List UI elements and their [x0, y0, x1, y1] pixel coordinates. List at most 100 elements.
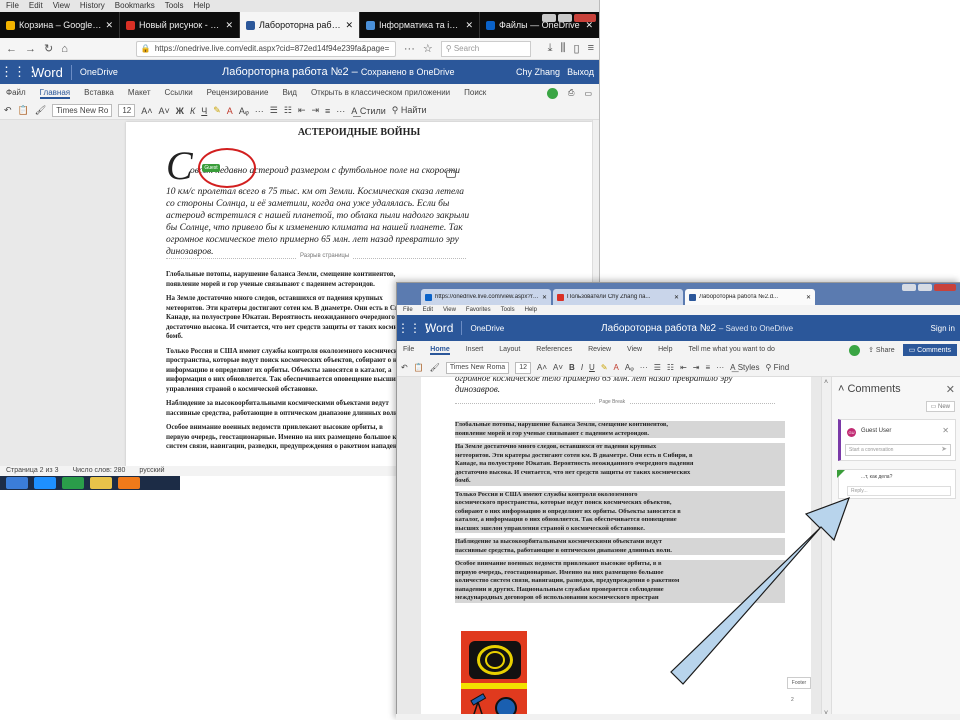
font-color-icon[interactable]: A — [227, 106, 233, 116]
ribbon-tab[interactable]: Insert — [466, 346, 484, 355]
ribbon-tab[interactable]: Файл — [6, 88, 26, 99]
file-explorer-icon[interactable] — [62, 477, 84, 489]
styles-button[interactable]: A͟ Стили — [351, 106, 385, 116]
more-icon[interactable]: ··· — [255, 106, 264, 116]
format-painter-icon[interactable]: 🖌 — [35, 105, 46, 116]
numbering-icon[interactable]: ☷ — [667, 363, 674, 372]
outdent-icon[interactable]: ⇤ — [680, 363, 687, 372]
word-app-name[interactable]: Word — [421, 321, 463, 335]
back-arrow-icon[interactable]: ← — [6, 43, 17, 55]
downloads-icon[interactable]: ⤓ — [548, 42, 553, 55]
browser-tab[interactable]: Інформатика та інформацій✕ — [360, 12, 480, 38]
ribbon-tab[interactable]: Ссылки — [165, 88, 193, 99]
align-icon[interactable]: ≡ — [705, 363, 710, 372]
font-size-select[interactable]: 12 — [118, 104, 136, 117]
close-pane-icon[interactable]: ✕ — [946, 383, 955, 396]
menu-icon[interactable]: ≡ — [588, 42, 594, 55]
menu-item[interactable]: Edit — [29, 0, 43, 12]
more-icon-2[interactable]: ··· — [336, 106, 345, 116]
more-icon-2[interactable]: ··· — [716, 363, 724, 372]
space-illustration-image[interactable] — [461, 631, 527, 720]
styles-button[interactable]: A͟ Styles — [730, 363, 759, 372]
reload-icon[interactable]: ↻ — [44, 42, 53, 55]
skype-icon[interactable] — [547, 87, 559, 99]
minimize-button[interactable] — [902, 284, 916, 291]
address-bar[interactable]: 🔒 https://onedrive.live.com/edit.aspx?ci… — [135, 40, 396, 57]
close-tab-icon[interactable]: ✕ — [105, 20, 113, 31]
align-icon[interactable]: ≡ — [325, 106, 330, 116]
close-comment-icon[interactable]: ✕ — [942, 426, 949, 435]
clear-format-icon[interactable]: Aᵩ — [625, 363, 634, 372]
bullets-icon[interactable]: ☰ — [270, 105, 278, 116]
bold-button[interactable]: Ж — [176, 106, 184, 116]
close-tab-icon[interactable]: ✕ — [465, 20, 473, 31]
sidebar-icon[interactable]: ▯ — [574, 42, 580, 55]
undo-icon[interactable]: ↶ — [401, 363, 408, 372]
document-title[interactable]: Лабороторна работа №2 – Сохранено в OneD… — [222, 66, 454, 78]
menu-item[interactable]: View — [443, 305, 456, 315]
bookmark-star-icon[interactable]: ☆ — [423, 42, 433, 55]
menu-item[interactable]: Help — [193, 0, 209, 12]
minimize-button[interactable] — [542, 14, 556, 22]
internet-explorer-icon[interactable] — [34, 477, 56, 489]
menu-item[interactable]: Tools — [501, 305, 515, 315]
menu-item[interactable]: History — [80, 0, 105, 12]
italic-button[interactable]: К — [190, 106, 195, 116]
comment-card[interactable]: GU Guest User ✕ Start a conversation ➤ — [838, 419, 956, 461]
browser-tab[interactable]: Лабороторна работа №2.d... ✕ — [685, 289, 815, 305]
grow-font-icon[interactable]: A˄ — [537, 363, 547, 372]
ribbon-tab[interactable]: Вставка — [84, 88, 114, 99]
app-launcher-icon[interactable]: ⋮⋮⋮ — [0, 64, 39, 80]
ribbon-tab[interactable]: Вид — [282, 88, 296, 99]
close-tab-icon[interactable]: ✕ — [674, 294, 679, 301]
font-name-select[interactable]: Times New Ro — [52, 104, 113, 117]
shrink-font-icon[interactable]: A˅ — [159, 106, 170, 116]
skype-icon[interactable] — [849, 344, 861, 356]
comments-icon[interactable]: ▭ — [584, 89, 592, 98]
font-color-icon[interactable]: A — [614, 363, 619, 372]
menu-item[interactable]: Bookmarks — [115, 0, 155, 12]
clear-format-icon[interactable]: Aᵩ — [239, 106, 249, 116]
browser-tab[interactable]: Новый рисунок - Google Рис ✕ — [120, 12, 240, 38]
ribbon-tab[interactable]: Layout — [499, 346, 520, 355]
front-document-page[interactable]: огромное космическое тело примерно 65 мл… — [421, 377, 811, 720]
ribbon-tab[interactable]: References — [536, 346, 572, 355]
sign-in-link[interactable]: Sign in — [931, 324, 955, 333]
close-tab-icon[interactable]: ✕ — [806, 294, 811, 301]
ribbon-tab[interactable]: Рецензирование — [207, 88, 269, 99]
menu-item[interactable]: Favorites — [466, 305, 491, 315]
browser-tab[interactable]: Пользователи Chy Zhang па... ✕ — [553, 289, 683, 305]
browser-tab[interactable]: https://onedrive.live.com/view.aspx?resi… — [421, 289, 551, 305]
format-painter-icon[interactable]: 🖌 — [430, 363, 440, 372]
share-button[interactable]: ⇪ Share — [868, 346, 895, 354]
paste-icon[interactable]: 📋 — [18, 105, 29, 116]
onedrive-link[interactable]: OneDrive — [72, 67, 126, 77]
menu-item[interactable]: Tools — [165, 0, 184, 12]
document-title[interactable]: Лабороторна работа №2 – Saved to OneDriv… — [601, 323, 793, 334]
close-tab-icon[interactable]: ✕ — [225, 20, 233, 31]
find-button[interactable]: ⚲ Find — [766, 363, 790, 372]
browser-tab[interactable]: Лабороторна работа №2.doc ✕ — [240, 12, 360, 38]
word-app-name[interactable]: Word — [28, 64, 72, 80]
onedrive-link[interactable]: OneDrive — [462, 324, 512, 333]
home-icon[interactable]: ⌂ — [61, 43, 68, 55]
undo-icon[interactable]: ↶ — [4, 105, 12, 116]
font-size-select[interactable]: 12 — [515, 361, 531, 374]
ribbon-tab[interactable]: Главная — [39, 88, 71, 99]
close-window-button[interactable] — [934, 284, 956, 291]
grow-font-icon[interactable]: A˄ — [141, 106, 152, 116]
search-box[interactable]: ⚲ Search — [440, 40, 531, 57]
user-name[interactable]: Chy Zhang — [516, 67, 560, 77]
font-name-select[interactable]: Times New Roma — [445, 361, 510, 374]
app-launcher-icon[interactable]: ⋮⋮⋮ — [397, 321, 433, 335]
folder-icon[interactable] — [90, 477, 112, 489]
ribbon-tab[interactable]: Review — [588, 346, 611, 355]
new-comment-button[interactable]: ▭ New — [925, 401, 955, 412]
underline-button[interactable]: U — [589, 363, 595, 372]
paste-icon[interactable]: 📋 — [414, 363, 424, 372]
send-icon[interactable]: ➤ — [941, 445, 947, 453]
print-icon[interactable]: ⎙ — [568, 88, 574, 98]
find-button[interactable]: ⚲ Найти — [392, 105, 427, 116]
ribbon-tab[interactable]: Макет — [128, 88, 151, 99]
ribbon-tab[interactable]: File — [403, 346, 414, 355]
